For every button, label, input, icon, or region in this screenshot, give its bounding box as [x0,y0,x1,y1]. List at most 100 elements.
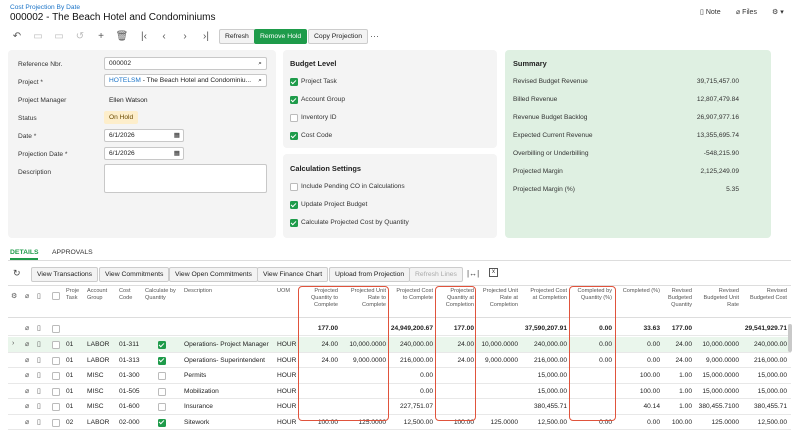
calc-by-quantity-checkbox[interactable] [290,219,298,227]
reference-input[interactable]: 000002 ⌕ [104,57,267,70]
tab-details[interactable]: DETAILS [10,249,39,256]
attachment-icon[interactable]: ⌀ [25,387,29,395]
col-rbc[interactable]: Revised Budgeted Cost [742,288,787,302]
calc-by-qty-checkbox[interactable] [158,341,166,349]
inventory-id-checkbox[interactable] [290,114,298,122]
view-finance-chart-button[interactable]: View Finance Chart [257,267,329,282]
settings-button[interactable]: ⚙ ▾ [772,8,784,16]
col-cost-code[interactable]: Cost Code [119,288,132,302]
attachment-icon[interactable]: ⌀ [25,418,29,426]
description-textarea[interactable] [104,164,267,193]
more-icon[interactable]: ··· [370,31,379,41]
col-pctc[interactable]: Projected Cost to Complete [389,288,433,302]
settings-icon[interactable]: ⚙ [11,292,17,300]
project-task-checkbox[interactable] [290,78,298,86]
files-button[interactable]: ⌀ Files [736,8,757,16]
attachment-icon: ⌀ [25,293,30,300]
save-close-icon[interactable]: ▭ [52,31,66,43]
refresh-lines-button[interactable]: Refresh Lines [409,267,463,282]
file-icon[interactable]: ▯ [37,402,41,410]
col-task[interactable]: Proje Task [66,288,79,302]
col-rbq[interactable]: Revised Budgeted Quantity [662,288,692,309]
delete-icon[interactable]: 🗑 [115,31,129,43]
row-select-checkbox[interactable] [52,356,60,365]
row-select-checkbox[interactable] [52,387,60,396]
file-icon: ▯ [37,293,41,300]
cell-cp: 0.00 [647,356,660,364]
col-account-group[interactable]: Account Group [87,288,107,302]
update-budget-checkbox[interactable] [290,201,298,209]
calc-by-qty-checkbox[interactable] [158,387,166,396]
undo-icon[interactable]: ↶ [10,31,24,43]
file-icon[interactable]: ▯ [37,387,41,395]
previous-record-icon[interactable]: ‹ [157,31,171,43]
row-divider [8,351,791,353]
cell-desc: Operations- Project Manager [184,341,269,348]
row-select-checkbox[interactable] [52,372,60,380]
refresh-button[interactable]: Refresh [219,29,255,44]
col-pcac[interactable]: Projected Cost at Completion [520,288,567,302]
pending-co-checkbox[interactable] [290,183,298,191]
cell-task: 01 [66,356,74,364]
cell-desc: Sitework [184,418,210,426]
fit-columns-icon[interactable]: |↔| [467,269,479,278]
file-icon[interactable]: ▯ [37,340,41,348]
cell-code: 01-600 [119,403,140,410]
calc-by-qty-checkbox[interactable] [158,403,166,411]
row-divider [8,398,791,399]
file-icon[interactable]: ▯ [37,371,41,379]
remove-hold-button[interactable]: Remove Hold [254,29,308,44]
row-select-checkbox[interactable] [52,341,60,349]
col-completed[interactable]: Completed (%) [618,288,660,295]
cell-pctc: 227,751.07 [399,403,433,410]
calc-by-qty-checkbox[interactable] [158,356,166,365]
view-open-commitments-button[interactable]: View Open Commitments [169,267,258,282]
grid-scrollbar[interactable] [788,324,792,352]
file-icon[interactable]: ▯ [37,418,41,426]
refresh-icon[interactable]: ↻ [13,268,21,279]
col-rbur[interactable]: Revised Budgeted Unit Rate [694,288,739,309]
totals-checkbox[interactable] [52,325,60,333]
calc-by-qty-checkbox[interactable] [158,372,166,380]
note-button[interactable]: ▯ Note [700,8,721,16]
tab-approvals[interactable]: APPROVALS [52,249,93,256]
cancel-icon[interactable]: ↺ [73,31,87,43]
col-uom[interactable]: UOM [277,288,290,295]
attachment-icon[interactable]: ⌀ [25,356,29,364]
file-icon[interactable]: ▯ [37,356,41,364]
date-input[interactable]: 6/1/2026 ▦ [104,129,184,142]
add-icon[interactable]: + [94,31,108,43]
attachment-icon[interactable]: ⌀ [25,340,29,348]
col-description[interactable]: Description [184,288,212,295]
export-excel-icon[interactable]: x [489,268,498,277]
copy-projection-button[interactable]: Copy Projection [308,29,368,44]
summary-row: Overbilling or Underbilling -548,215.90 [513,150,739,157]
cell-pcac: 216,000.00 [533,356,567,364]
cost-code-checkbox[interactable] [290,132,298,140]
col-purac[interactable]: Projected Unit Rate at Completion [476,288,518,309]
last-record-icon[interactable]: ›| [199,31,213,43]
cell-rbur: 10,000.0000 [702,341,739,348]
col-calc-by-qty[interactable]: Calculate by Quantity [145,288,176,302]
account-group-label: Account Group [301,96,345,103]
attachment-icon[interactable]: ⌀ [25,402,29,410]
row-expand-icon[interactable]: › [12,340,14,347]
row-select-checkbox[interactable] [52,403,60,411]
select-all-checkbox[interactable] [52,292,60,300]
save-icon[interactable]: ▭ [31,31,45,43]
attachment-icon: ⌀ [25,325,30,332]
view-commitments-button[interactable]: View Commitments [99,267,170,282]
view-transactions-button[interactable]: View Transactions [31,267,99,282]
cell-pcac: 380,455.71 [533,403,567,410]
next-record-icon[interactable]: › [178,31,192,43]
summary-row: Projected Margin (%) 5.35 [513,186,739,193]
attachment-icon[interactable]: ⌀ [25,371,29,379]
projection-date-input[interactable]: 6/1/2026 ▦ [104,147,184,160]
upload-from-projection-button[interactable]: Upload from Projection [329,267,411,282]
first-record-icon[interactable]: |‹ [137,31,151,43]
breadcrumb[interactable]: Cost Projection By Date [10,4,80,11]
account-group-checkbox[interactable] [290,96,298,104]
total-completed: 33.63 [643,325,660,332]
project-input[interactable]: HOTELSM - The Beach Hotel and Condominiu… [104,74,267,87]
cell-task: 01 [66,341,74,348]
